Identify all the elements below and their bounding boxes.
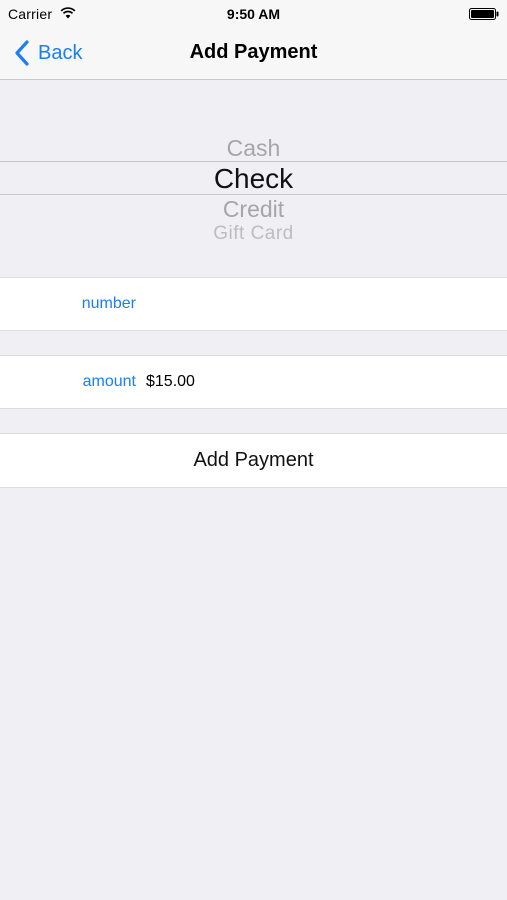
- amount-field[interactable]: [146, 366, 486, 398]
- add-payment-row: Add Payment: [0, 433, 507, 488]
- top-bar: Carrier 9:50 AM Back Add Payment: [0, 0, 507, 80]
- status-bar: Carrier 9:50 AM: [0, 0, 507, 28]
- amount-label: amount: [82, 373, 136, 390]
- picker-option-gift-card[interactable]: Gift Card: [0, 223, 507, 245]
- add-payment-screen: Carrier 9:50 AM Back Add Payment Cash Ch…: [0, 0, 507, 900]
- clock-time: 9:50 AM: [226, 6, 281, 22]
- number-field[interactable]: [146, 288, 486, 320]
- number-row: number: [0, 277, 507, 331]
- picker-option-check[interactable]: Check: [0, 163, 507, 195]
- battery-icon: [469, 8, 499, 20]
- picker-option-credit[interactable]: Credit: [0, 196, 507, 223]
- page-title: Add Payment: [189, 41, 318, 63]
- number-label: number: [81, 295, 136, 312]
- picker-option-cash[interactable]: Cash: [0, 135, 507, 162]
- add-payment-button[interactable]: Add Payment: [0, 434, 507, 487]
- amount-row: amount: [0, 355, 507, 409]
- navigation-bar: Back Add Payment: [0, 28, 507, 79]
- payment-type-picker[interactable]: Cash Check Credit Gift Card: [0, 80, 507, 278]
